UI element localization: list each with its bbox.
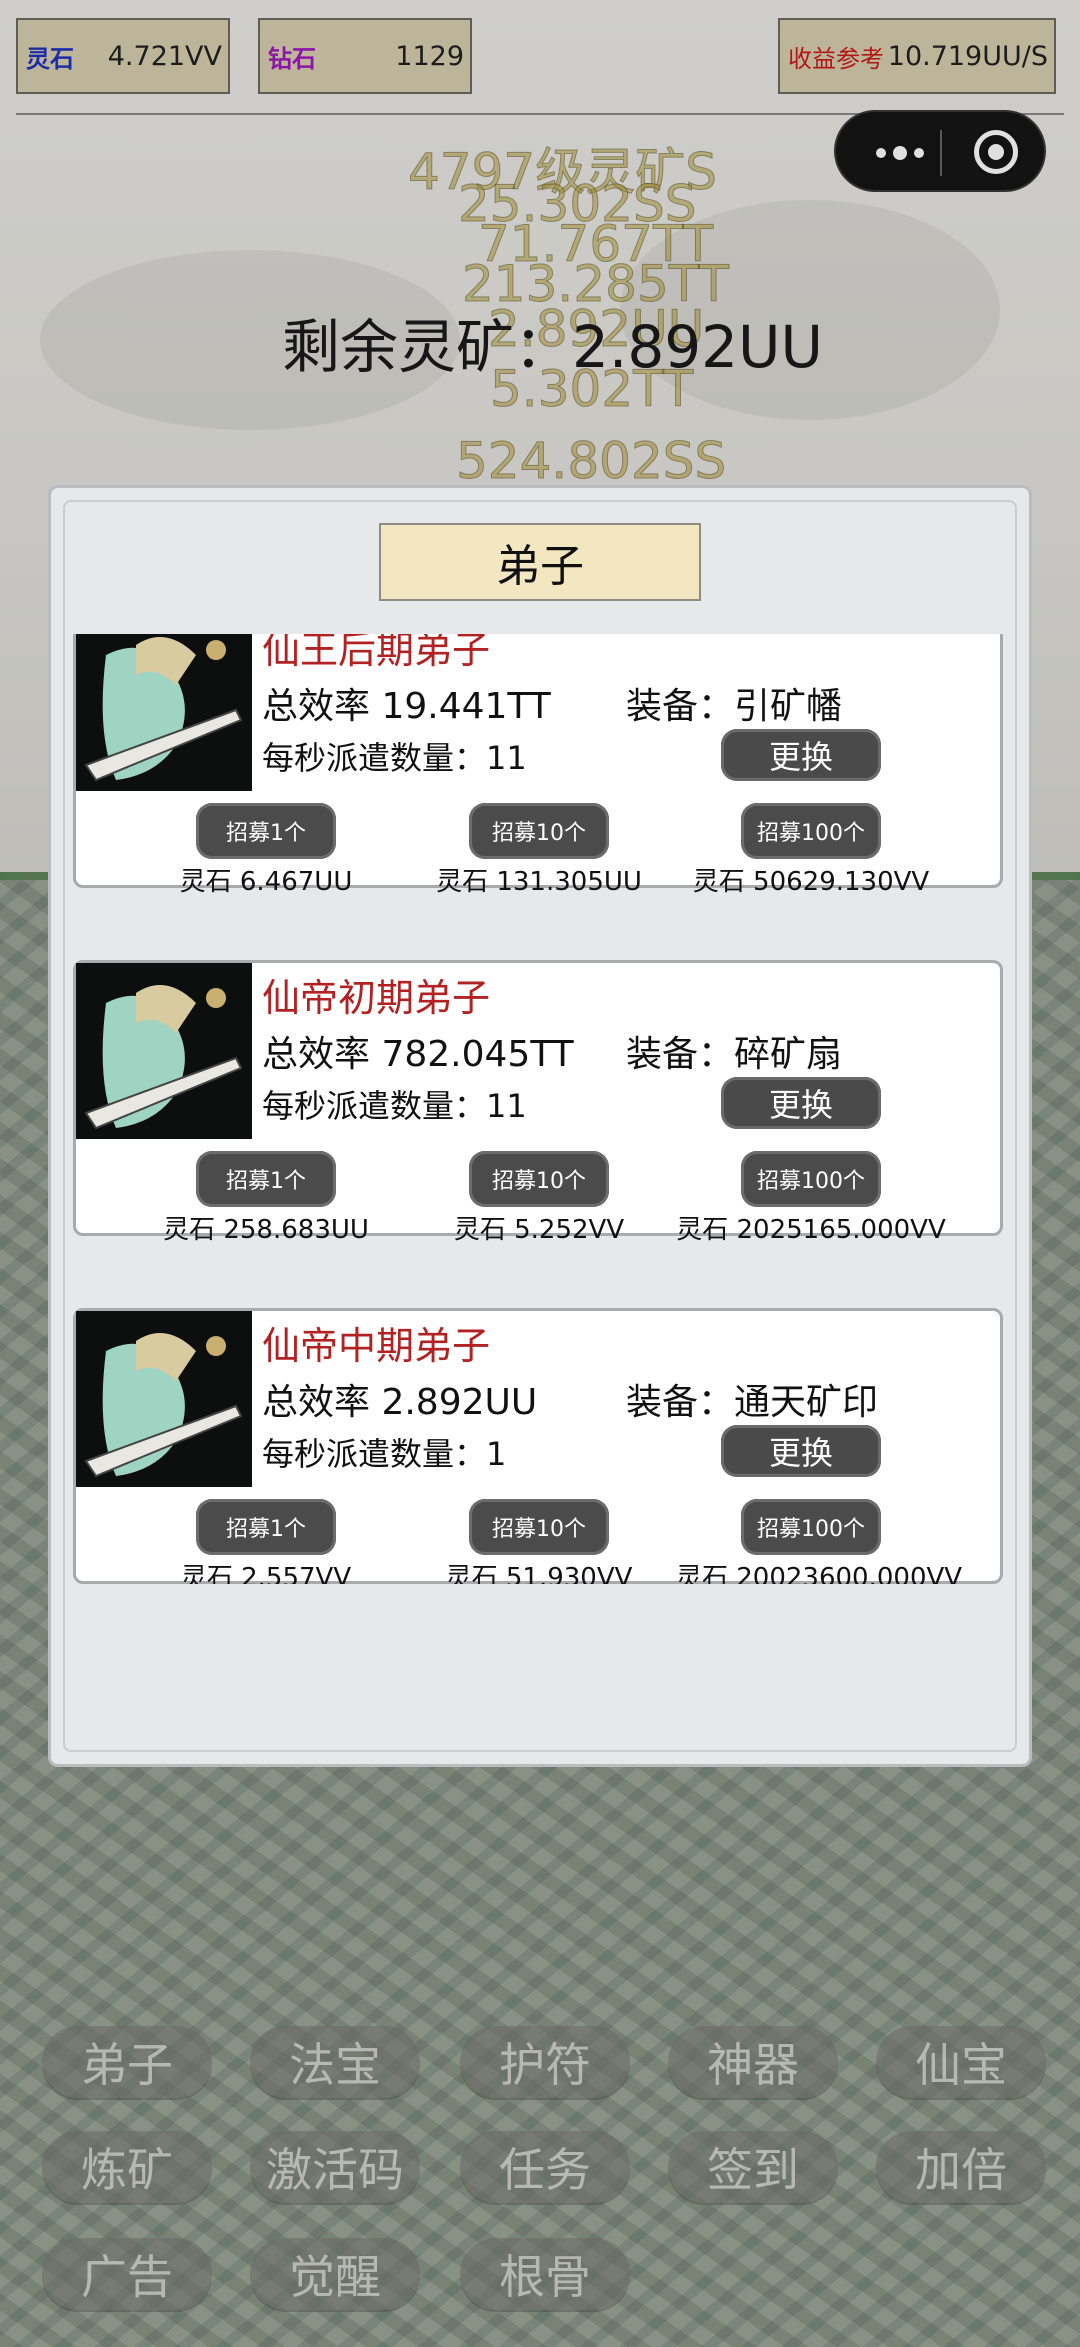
disciple-name: 仙王后期弟子 bbox=[262, 634, 491, 672]
disciple-card: 仙帝中期弟子 总效率 2.892UU 装备：通天矿印 每秒派遣数量：1 更换 招… bbox=[73, 1308, 1003, 1584]
recruit-10-button[interactable]: 招募10个 bbox=[469, 1499, 609, 1555]
disciple-modal: 弟子 仙王后期弟子 总效率 19.441TT 装备：引矿幡 每秒派遣数量：11 … bbox=[48, 485, 1032, 1767]
recruit-100-cost: 灵石 50629.130VV bbox=[692, 867, 930, 897]
swap-equipment-button[interactable]: 更换 bbox=[721, 1077, 881, 1129]
recruit-100-button[interactable]: 招募100个 bbox=[741, 1499, 881, 1555]
recruit-10-button[interactable]: 招募10个 bbox=[469, 803, 609, 859]
disciple-efficiency: 总效率 2.892UU bbox=[262, 1382, 538, 1423]
recruit-1-cost: 灵石 2.557VV bbox=[180, 1563, 352, 1584]
disciple-dispatch: 每秒派遣数量：11 bbox=[262, 739, 527, 777]
disciple-efficiency: 总效率 782.045TT bbox=[262, 1034, 574, 1075]
recruit-100-button[interactable]: 招募100个 bbox=[741, 803, 881, 859]
recruit-1-cost: 灵石 258.683UU bbox=[163, 1215, 369, 1245]
disciple-equipment: 装备：引矿幡 bbox=[626, 686, 843, 727]
recruit-1-button[interactable]: 招募1个 bbox=[196, 1151, 336, 1207]
disciple-list[interactable]: 仙王后期弟子 总效率 19.441TT 装备：引矿幡 每秒派遣数量：11 更换 … bbox=[73, 634, 1013, 1584]
disciple-portrait bbox=[76, 963, 252, 1139]
recruit-10-cost: 灵石 131.305UU bbox=[436, 867, 642, 897]
disciple-efficiency: 总效率 19.441TT bbox=[262, 686, 551, 727]
recruit-100-button[interactable]: 招募100个 bbox=[741, 1151, 881, 1207]
swap-equipment-button[interactable]: 更换 bbox=[721, 1425, 881, 1477]
recruit-10-cost: 灵石 5.252VV bbox=[453, 1215, 625, 1245]
recruit-1-button[interactable]: 招募1个 bbox=[196, 803, 336, 859]
disciple-equipment: 装备：通天矿印 bbox=[626, 1382, 879, 1423]
recruit-100-cost: 灵石 20023600.000VV bbox=[676, 1563, 963, 1584]
disciple-equipment: 装备：碎矿扇 bbox=[626, 1034, 843, 1075]
recruit-10-button[interactable]: 招募10个 bbox=[469, 1151, 609, 1207]
modal-title: 弟子 bbox=[379, 523, 701, 601]
disciple-portrait bbox=[76, 634, 252, 791]
disciple-card: 仙帝初期弟子 总效率 782.045TT 装备：碎矿扇 每秒派遣数量：11 更换… bbox=[73, 960, 1003, 1245]
recruit-10-cost: 灵石 51.930VV bbox=[445, 1563, 633, 1584]
disciple-dispatch: 每秒派遣数量：11 bbox=[262, 1087, 527, 1125]
recruit-1-cost: 灵石 6.467UU bbox=[179, 867, 353, 897]
disciple-card: 仙王后期弟子 总效率 19.441TT 装备：引矿幡 每秒派遣数量：11 更换 … bbox=[73, 634, 1003, 897]
disciple-name: 仙帝初期弟子 bbox=[262, 976, 491, 1020]
disciple-portrait bbox=[76, 1311, 252, 1487]
swap-equipment-button[interactable]: 更换 bbox=[721, 729, 881, 781]
recruit-100-cost: 灵石 2025165.000VV bbox=[676, 1215, 946, 1245]
disciple-name: 仙帝中期弟子 bbox=[262, 1324, 491, 1368]
recruit-1-button[interactable]: 招募1个 bbox=[196, 1499, 336, 1555]
disciple-dispatch: 每秒派遣数量：1 bbox=[262, 1435, 507, 1473]
